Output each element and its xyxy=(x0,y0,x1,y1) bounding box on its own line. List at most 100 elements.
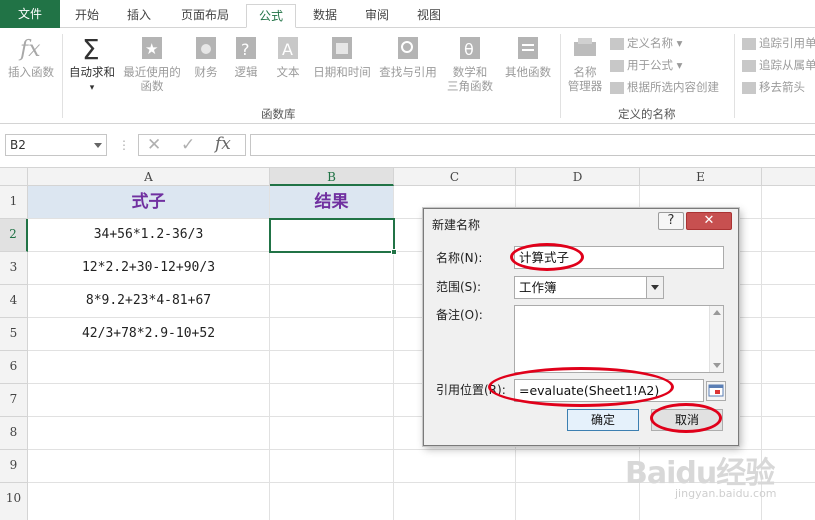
row-header-8[interactable]: 8 xyxy=(0,417,28,450)
more-functions-button[interactable]: 其他函数 xyxy=(500,34,556,79)
group-label-defined-names: 定义的名称 xyxy=(618,107,676,121)
text-functions-button[interactable]: A 文本 xyxy=(268,34,308,79)
tab-formulas[interactable]: 公式 xyxy=(246,4,296,28)
tab-home[interactable]: 开始 xyxy=(66,4,108,28)
more-book-icon xyxy=(518,37,538,59)
create-from-selection-button[interactable]: 根据所选内容创建 xyxy=(610,78,719,96)
close-button[interactable]: ✕ xyxy=(686,212,732,230)
insert-function-button[interactable]: fx 插入函数 xyxy=(4,34,58,79)
tab-insert[interactable]: 插入 xyxy=(118,4,160,28)
tab-file[interactable]: 文件 xyxy=(0,0,60,28)
group-divider xyxy=(560,34,561,118)
column-header-a[interactable]: A xyxy=(28,168,270,186)
theta-book-icon: θ xyxy=(460,37,480,59)
enter-icon[interactable]: ✓ xyxy=(181,135,195,155)
name-tag-icon xyxy=(574,38,596,56)
define-name-button[interactable]: 定义名称 ▾ xyxy=(610,34,682,52)
dropdown-arrow-icon: ▾ xyxy=(89,83,95,93)
watermark-logo: Baidu经验 xyxy=(625,456,775,491)
column-header-b[interactable]: B xyxy=(270,168,394,186)
remove-arrows-button[interactable]: 移去箭头 xyxy=(742,78,805,96)
scope-select[interactable]: 工作簿 xyxy=(514,276,664,299)
cell-a3[interactable]: 12*2.2+30-12+90/3 xyxy=(28,252,269,284)
name-manager-button[interactable]: 名称 管理器 xyxy=(564,34,606,93)
question-book-icon: ? xyxy=(236,37,256,59)
logical-button[interactable]: ? 逻辑 xyxy=(228,34,264,79)
trace-precedents-button[interactable]: 追踪引用单 xyxy=(742,34,815,52)
formula-buttons: ✕ ✓ fx xyxy=(138,134,246,156)
tab-review[interactable]: 审阅 xyxy=(356,4,398,28)
scroll-up-icon xyxy=(713,310,721,315)
sigma-icon: Σ xyxy=(82,34,100,62)
insert-function-icon[interactable]: fx xyxy=(215,134,231,154)
cell-a1[interactable]: 式子 xyxy=(28,186,269,218)
name-label: 名称(N): xyxy=(436,251,483,265)
coins-book-icon xyxy=(196,37,216,59)
comment-scrollbar[interactable] xyxy=(709,306,723,372)
trace-arrows-icon xyxy=(742,37,756,50)
svg-text:?: ? xyxy=(241,40,250,59)
ribbon-formulas: fx 插入函数 Σ 自动求和 ▾ ★ 最近使用的 函数 财务 ? 逻辑 A 文本 日… xyxy=(0,28,815,124)
cell-b1[interactable]: 结果 xyxy=(270,186,393,218)
formula-bar: B2 ⋮ ✕ ✓ fx xyxy=(0,124,815,168)
dropdown-arrow-icon xyxy=(94,143,102,148)
formula-tag-icon xyxy=(610,59,624,72)
recent-functions-button[interactable]: ★ 最近使用的 函数 xyxy=(120,34,184,93)
row-header-4[interactable]: 4 xyxy=(0,285,28,318)
tab-data[interactable]: 数据 xyxy=(304,4,346,28)
star-book-icon: ★ xyxy=(142,37,162,59)
math-trig-button[interactable]: θ 数学和 三角函数 xyxy=(442,34,498,93)
grid-icon xyxy=(610,81,624,94)
formula-input[interactable] xyxy=(250,134,815,156)
cell-a2[interactable]: 34+56*1.2-36/3 xyxy=(28,219,269,251)
row-header-1[interactable]: 1 xyxy=(0,186,28,219)
row-header-7[interactable]: 7 xyxy=(0,384,28,417)
use-in-formula-button[interactable]: 用于公式 ▾ xyxy=(610,56,682,74)
lookup-reference-button[interactable]: 查找与引用 xyxy=(376,34,440,79)
tag-icon xyxy=(610,37,624,50)
column-header-f[interactable] xyxy=(762,168,815,186)
row-header-10[interactable]: 10 xyxy=(0,483,28,520)
fill-handle[interactable] xyxy=(391,249,397,255)
help-button[interactable]: ? xyxy=(658,212,684,230)
text-book-icon: A xyxy=(278,37,298,59)
collapse-dialog-button[interactable] xyxy=(706,381,726,401)
name-box[interactable]: B2 xyxy=(5,134,107,156)
column-header-d[interactable]: D xyxy=(516,168,640,186)
row-header-3[interactable]: 3 xyxy=(0,252,28,285)
row-header-9[interactable]: 9 xyxy=(0,450,28,483)
scroll-down-icon xyxy=(713,363,721,368)
cancel-icon[interactable]: ✕ xyxy=(147,135,161,155)
column-header-e[interactable]: E xyxy=(640,168,762,186)
tab-view[interactable]: 视图 xyxy=(408,4,450,28)
group-label-function-library: 函数库 xyxy=(261,107,296,121)
row-header-2[interactable]: 2 xyxy=(0,219,28,252)
name-field[interactable]: 计算式子 xyxy=(514,246,724,269)
magnifier-book-icon xyxy=(398,37,418,59)
row-header-5[interactable]: 5 xyxy=(0,318,28,351)
ok-button[interactable]: 确定 xyxy=(567,409,639,431)
svg-text:A: A xyxy=(282,40,293,59)
datetime-button[interactable]: 日期和时间 xyxy=(310,34,374,79)
range-select-icon xyxy=(708,384,724,397)
remove-arrows-icon xyxy=(742,81,756,94)
svg-text:θ: θ xyxy=(464,40,474,59)
financial-button[interactable]: 财务 xyxy=(188,34,224,79)
cancel-button[interactable]: 取消 xyxy=(651,409,723,431)
comment-label: 备注(O): xyxy=(436,308,483,322)
select-all-corner[interactable] xyxy=(0,168,28,186)
cell-a5[interactable]: 42/3+78*2.9-10+52 xyxy=(28,318,269,350)
comment-field[interactable] xyxy=(514,305,724,373)
selected-cell-b2[interactable] xyxy=(269,218,395,253)
row-header-6[interactable]: 6 xyxy=(0,351,28,384)
new-name-dialog: 新建名称 ? ✕ 名称(N): 计算式子 范围(S): 工作簿 备注(O): 引… xyxy=(423,208,739,446)
tab-page-layout[interactable]: 页面布局 xyxy=(172,4,238,28)
svg-text:fx: fx xyxy=(18,37,41,62)
autosum-button[interactable]: Σ 自动求和 ▾ xyxy=(66,34,118,95)
cell-a4[interactable]: 8*9.2+23*4-81+67 xyxy=(28,285,269,317)
fx-icon: fx xyxy=(18,37,41,62)
dropdown-arrow-icon[interactable] xyxy=(646,277,663,298)
refers-to-field[interactable]: =evaluate(Sheet1!A2) xyxy=(514,379,704,402)
trace-dependents-button[interactable]: 追踪从属单 xyxy=(742,56,815,74)
column-header-c[interactable]: C xyxy=(394,168,516,186)
